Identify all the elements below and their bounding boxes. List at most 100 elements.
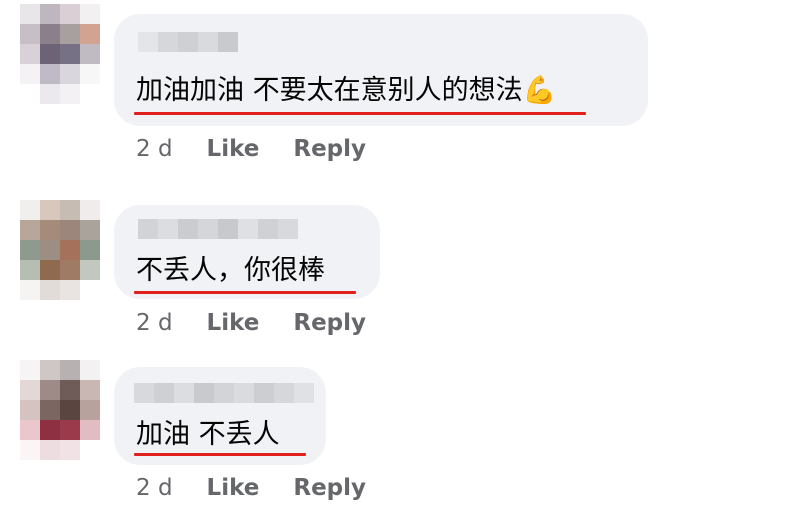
- flexed-biceps-emoji-icon: 💪: [522, 75, 557, 106]
- comment-text: 加油 不丢人: [136, 415, 280, 455]
- reply-button[interactable]: Reply: [293, 310, 366, 336]
- avatar-mosaic-pixel: [40, 360, 60, 380]
- avatar-mosaic-pixel: [40, 64, 60, 84]
- avatar-mosaic-pixel: [20, 380, 40, 400]
- name-mosaic-block: [278, 219, 298, 239]
- avatar[interactable]: [20, 360, 100, 460]
- avatar-mosaic-pixel: [80, 400, 100, 420]
- avatar-mosaic-pixel: [60, 400, 80, 420]
- avatar-mosaic-pixel: [80, 4, 100, 24]
- avatar-mosaic-pixel: [40, 380, 60, 400]
- red-underline: [134, 112, 586, 115]
- avatar-mosaic-pixel: [40, 420, 60, 440]
- avatar-mosaic-pixel: [40, 220, 60, 240]
- author-name-blurred[interactable]: [134, 383, 314, 403]
- red-underline: [134, 291, 356, 294]
- author-name-blurred[interactable]: [138, 219, 298, 239]
- avatar-mosaic-pixel: [80, 64, 100, 84]
- comment-timestamp[interactable]: 2 d: [136, 310, 173, 336]
- name-mosaic-block: [194, 383, 214, 403]
- comment-text-content: 加油 不丢人: [136, 419, 280, 450]
- avatar-mosaic-pixel: [40, 400, 60, 420]
- avatar-mosaic-pixel: [20, 240, 40, 260]
- avatar-mosaic-pixel: [40, 240, 60, 260]
- like-button[interactable]: Like: [207, 136, 260, 162]
- red-underline: [134, 453, 306, 456]
- avatar[interactable]: [20, 200, 100, 300]
- avatar-mosaic-pixel: [60, 260, 80, 280]
- name-mosaic-block: [198, 32, 218, 52]
- avatar-mosaic-pixel: [40, 200, 60, 220]
- name-mosaic-block: [214, 383, 234, 403]
- avatar-mosaic-pixel: [20, 280, 40, 300]
- name-mosaic-block: [198, 219, 218, 239]
- avatar-mosaic-pixel: [80, 44, 100, 64]
- like-button[interactable]: Like: [207, 475, 260, 501]
- avatar-mosaic-pixel: [60, 280, 80, 300]
- avatar-mosaic-pixel: [20, 420, 40, 440]
- avatar-mosaic-pixel: [80, 440, 100, 460]
- avatar-mosaic-pixel: [80, 260, 100, 280]
- avatar-mosaic-pixel: [20, 44, 40, 64]
- name-mosaic-block: [138, 219, 158, 239]
- reply-button[interactable]: Reply: [293, 475, 366, 501]
- avatar-mosaic-pixel: [40, 280, 60, 300]
- comment-text: 不丢人，你很棒: [136, 251, 325, 291]
- avatar-mosaic-pixel: [60, 380, 80, 400]
- avatar-mosaic-pixel: [40, 440, 60, 460]
- name-mosaic-block: [254, 383, 274, 403]
- comment-actions: 2 d Like Reply: [136, 475, 366, 501]
- avatar-mosaic-pixel: [80, 84, 100, 104]
- name-mosaic-block: [218, 219, 238, 239]
- avatar-mosaic-pixel: [60, 440, 80, 460]
- comment-actions: 2 d Like Reply: [136, 136, 366, 162]
- avatar-mosaic-pixel: [80, 24, 100, 44]
- avatar-mosaic-pixel: [80, 380, 100, 400]
- name-mosaic-block: [294, 383, 314, 403]
- avatar-mosaic-pixel: [80, 200, 100, 220]
- name-mosaic-block: [138, 32, 158, 52]
- comment-text-content: 加油加油 不要太在意别人的想法: [136, 75, 523, 106]
- like-button[interactable]: Like: [207, 310, 260, 336]
- avatar-mosaic-pixel: [60, 44, 80, 64]
- avatar-mosaic-pixel: [60, 420, 80, 440]
- name-mosaic-block: [238, 219, 258, 239]
- reply-button[interactable]: Reply: [293, 136, 366, 162]
- name-mosaic-block: [158, 219, 178, 239]
- name-mosaic-block: [274, 383, 294, 403]
- avatar-mosaic-pixel: [20, 440, 40, 460]
- avatar-mosaic-pixel: [60, 240, 80, 260]
- author-name-blurred[interactable]: [138, 32, 238, 52]
- avatar-mosaic-pixel: [20, 24, 40, 44]
- comment-text: 加油加油 不要太在意别人的想法💪: [136, 71, 556, 111]
- comment-text-content: 不丢人，你很棒: [136, 255, 325, 286]
- name-mosaic-block: [154, 383, 174, 403]
- avatar-mosaic-pixel: [20, 260, 40, 280]
- avatar-mosaic-pixel: [60, 4, 80, 24]
- comment-actions: 2 d Like Reply: [136, 310, 366, 336]
- avatar-mosaic-pixel: [20, 64, 40, 84]
- avatar-mosaic-pixel: [40, 4, 60, 24]
- avatar-mosaic-pixel: [80, 240, 100, 260]
- avatar-mosaic-pixel: [60, 220, 80, 240]
- avatar-mosaic-pixel: [40, 260, 60, 280]
- name-mosaic-block: [158, 32, 178, 52]
- comment-bubble: 加油 不丢人: [114, 367, 326, 465]
- avatar-mosaic-pixel: [20, 4, 40, 24]
- avatar-mosaic-pixel: [20, 200, 40, 220]
- comment-timestamp[interactable]: 2 d: [136, 475, 173, 501]
- name-mosaic-block: [218, 32, 238, 52]
- name-mosaic-block: [234, 383, 254, 403]
- avatar-mosaic-pixel: [80, 360, 100, 380]
- comment-timestamp[interactable]: 2 d: [136, 136, 173, 162]
- avatar-mosaic-pixel: [40, 44, 60, 64]
- avatar-mosaic-pixel: [60, 84, 80, 104]
- avatar-mosaic-pixel: [20, 84, 40, 104]
- comment-bubble: 加油加油 不要太在意别人的想法💪: [114, 14, 648, 126]
- name-mosaic-block: [178, 32, 198, 52]
- name-mosaic-block: [258, 219, 278, 239]
- avatar[interactable]: [20, 4, 100, 104]
- avatar-mosaic-pixel: [60, 64, 80, 84]
- avatar-mosaic-pixel: [40, 24, 60, 44]
- avatar-mosaic-pixel: [40, 84, 60, 104]
